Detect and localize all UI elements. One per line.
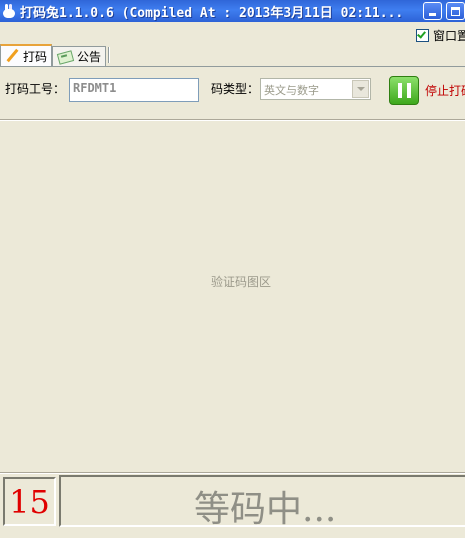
code-type-value: 英文与数字 [264,84,319,97]
window-title: 打码兔1.1.0.6 (Compiled At : 2013年3月11日 02:… [20,5,404,21]
code-type-label: 码类型： [211,82,260,96]
maximize-icon [451,6,460,16]
tab-divider [108,47,111,63]
chevron-down-icon[interactable] [352,80,369,98]
captcha-placeholder: 验证码图区 [210,275,271,289]
divider [0,119,465,121]
minimize-button[interactable] [423,2,442,20]
pencil-icon [5,49,19,63]
maximize-button[interactable] [446,2,465,20]
always-on-top-checkbox[interactable] [416,29,429,42]
tab-label: 公告 [77,50,102,64]
countdown-box: 15 [3,477,56,526]
pause-icon [406,83,411,98]
countdown-value: 15 [9,482,50,521]
worker-id-input[interactable]: RFDMT1 [69,78,199,102]
rabbit-icon [2,4,16,18]
title-bar[interactable]: 打码兔1.1.0.6 (Compiled At : 2013年3月11日 02:… [0,0,465,22]
always-on-top-option[interactable]: 窗口置 [416,27,465,44]
pause-button[interactable] [389,76,419,105]
code-type-select[interactable]: 英文与数字 [260,78,371,100]
tab-label: 打码 [23,49,48,64]
tab-dama[interactable]: 打码 [0,44,53,66]
bulletin-icon [57,50,73,63]
check-icon [417,29,426,39]
always-on-top-label: 窗口置 [433,29,465,43]
tab-page-border [0,66,465,67]
tab-announcement[interactable]: 公告 [52,46,107,66]
minimize-icon [429,13,436,16]
status-message: 等码中... [194,489,337,527]
status-box: 等码中... [59,475,465,527]
tab-strip: 打码 公告 [0,44,111,66]
stop-coding-link[interactable]: 停止打码 [425,82,465,99]
pause-icon [397,83,402,98]
divider [0,472,465,474]
worker-id-label: 打码工号： [5,82,66,96]
